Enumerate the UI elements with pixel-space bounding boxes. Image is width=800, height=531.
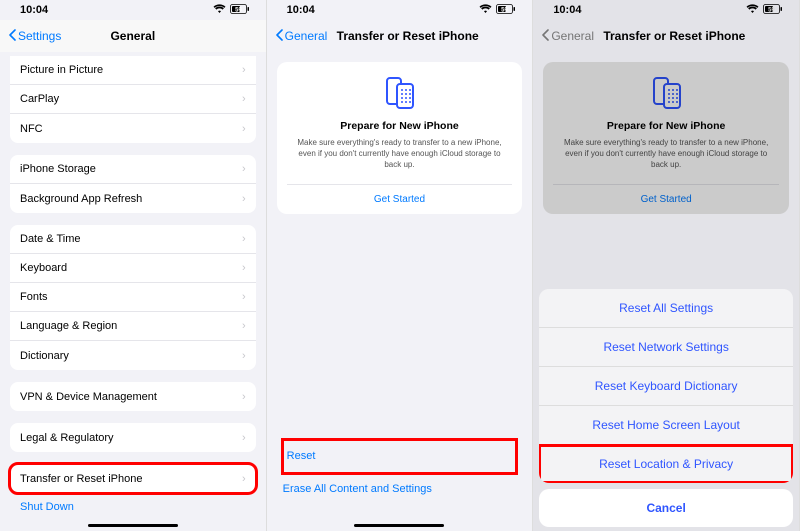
row-label: Fonts <box>20 291 48 303</box>
settings-row-carplay[interactable]: CarPlay › <box>10 85 256 114</box>
home-indicator[interactable] <box>88 524 178 527</box>
settings-row-transfer-reset[interactable]: Transfer or Reset iPhone › <box>10 464 256 493</box>
settings-group: Date & Time › Keyboard › Fonts › Language &… <box>10 225 256 370</box>
row-label: Background App Refresh <box>20 193 142 205</box>
nav-back-label: Settings <box>18 29 61 43</box>
row-label: Dictionary <box>20 350 69 362</box>
settings-row-dictionary[interactable]: Dictionary › <box>10 341 256 370</box>
settings-row-date-time[interactable]: Date & Time › <box>10 225 256 254</box>
screen-transfer-reset: 10:04 59 General Transfer or Reset iPhon… <box>267 0 534 531</box>
settings-group: iPhone Storage › Background App Refresh › <box>10 155 256 213</box>
chevron-right-icon: › <box>242 93 246 105</box>
wifi-icon <box>479 4 492 17</box>
row-label: Legal & Regulatory <box>20 432 114 444</box>
erase-all-button[interactable]: Erase All Content and Settings <box>283 473 517 505</box>
sheet-options: Reset All Settings Reset Network Setting… <box>539 289 793 483</box>
row-label: Transfer or Reset iPhone <box>20 473 142 485</box>
battery-icon: 59 <box>496 4 516 17</box>
prepare-card-title: Prepare for New iPhone <box>287 120 513 132</box>
nav-back-button[interactable]: General <box>275 29 328 44</box>
settings-row-legal[interactable]: Legal & Regulatory › <box>10 423 256 452</box>
reset-home-screen-button[interactable]: Reset Home Screen Layout <box>539 406 793 445</box>
settings-group: Legal & Regulatory › <box>10 423 256 452</box>
chevron-right-icon: › <box>242 193 246 205</box>
status-time: 10:04 <box>20 4 48 16</box>
row-label: Language & Region <box>20 320 117 332</box>
battery-icon: 59 <box>230 4 250 17</box>
chevron-left-icon <box>275 29 283 44</box>
nav-bar: Settings General <box>0 20 266 52</box>
status-icons: 59 <box>213 4 250 17</box>
get-started-button[interactable]: Get Started <box>287 184 513 214</box>
row-label: Picture in Picture <box>20 64 103 76</box>
chevron-right-icon: › <box>242 432 246 444</box>
row-label: iPhone Storage <box>20 163 96 175</box>
nav-back-button[interactable]: Settings <box>8 29 61 44</box>
row-label: NFC <box>20 123 43 135</box>
reset-network-settings-button[interactable]: Reset Network Settings <box>539 328 793 367</box>
nav-back-label: General <box>285 29 328 43</box>
reset-button[interactable]: Reset <box>283 440 517 473</box>
bottom-links: Reset Erase All Content and Settings <box>283 440 517 505</box>
settings-row-vpn[interactable]: VPN & Device Management › <box>10 382 256 411</box>
settings-group: VPN & Device Management › <box>10 382 256 411</box>
chevron-right-icon: › <box>242 233 246 245</box>
chevron-right-icon: › <box>242 473 246 485</box>
svg-text:59: 59 <box>235 7 242 13</box>
reset-all-settings-button[interactable]: Reset All Settings <box>539 289 793 328</box>
settings-row-fonts[interactable]: Fonts › <box>10 283 256 312</box>
screen-reset-sheet: 10:04 59 General Transfer or Reset iPhon… <box>533 0 800 531</box>
screen-general: 10:04 59 Settings General Picture in Pic… <box>0 0 267 531</box>
chevron-right-icon: › <box>242 350 246 362</box>
row-label: CarPlay <box>20 93 59 105</box>
chevron-right-icon: › <box>242 64 246 76</box>
settings-row-language-region[interactable]: Language & Region › <box>10 312 256 341</box>
settings-row-iphone-storage[interactable]: iPhone Storage › <box>10 155 256 184</box>
settings-group: Picture in Picture › CarPlay › NFC › <box>10 56 256 143</box>
settings-scroll[interactable]: Picture in Picture › CarPlay › NFC › iPhone… <box>0 52 266 531</box>
row-label: Date & Time <box>20 233 81 245</box>
chevron-right-icon: › <box>242 391 246 403</box>
nav-bar: General Transfer or Reset iPhone <box>267 20 533 52</box>
settings-row-picture-in-picture[interactable]: Picture in Picture › <box>10 56 256 85</box>
prepare-card: Prepare for New iPhone Make sure everyth… <box>277 62 523 214</box>
status-bar: 10:04 59 <box>267 0 533 20</box>
cancel-button[interactable]: Cancel <box>539 489 793 527</box>
chevron-right-icon: › <box>242 163 246 175</box>
reset-location-privacy-button[interactable]: Reset Location & Privacy <box>539 445 793 483</box>
chevron-right-icon: › <box>242 123 246 135</box>
status-icons: 59 <box>479 4 516 17</box>
row-label: Keyboard <box>20 262 67 274</box>
svg-text:59: 59 <box>501 7 508 13</box>
settings-group-transfer-reset: Transfer or Reset iPhone › <box>10 464 256 493</box>
wifi-icon <box>213 4 226 17</box>
chevron-right-icon: › <box>242 320 246 332</box>
settings-row-nfc[interactable]: NFC › <box>10 114 256 143</box>
chevron-right-icon: › <box>242 262 246 274</box>
devices-icon <box>287 76 513 110</box>
chevron-right-icon: › <box>242 291 246 303</box>
home-indicator[interactable] <box>354 524 444 527</box>
chevron-left-icon <box>8 29 16 44</box>
settings-row-keyboard[interactable]: Keyboard › <box>10 254 256 283</box>
status-bar: 10:04 59 <box>0 0 266 20</box>
settings-row-background-app-refresh[interactable]: Background App Refresh › <box>10 184 256 213</box>
nav-title: Transfer or Reset iPhone <box>337 29 533 43</box>
reset-action-sheet: Reset All Settings Reset Network Setting… <box>539 289 793 527</box>
reset-keyboard-dictionary-button[interactable]: Reset Keyboard Dictionary <box>539 367 793 406</box>
row-label: VPN & Device Management <box>20 391 157 403</box>
status-time: 10:04 <box>287 4 315 16</box>
prepare-card-desc: Make sure everything's ready to transfer… <box>287 138 513 170</box>
shut-down-button[interactable]: Shut Down <box>10 493 256 521</box>
